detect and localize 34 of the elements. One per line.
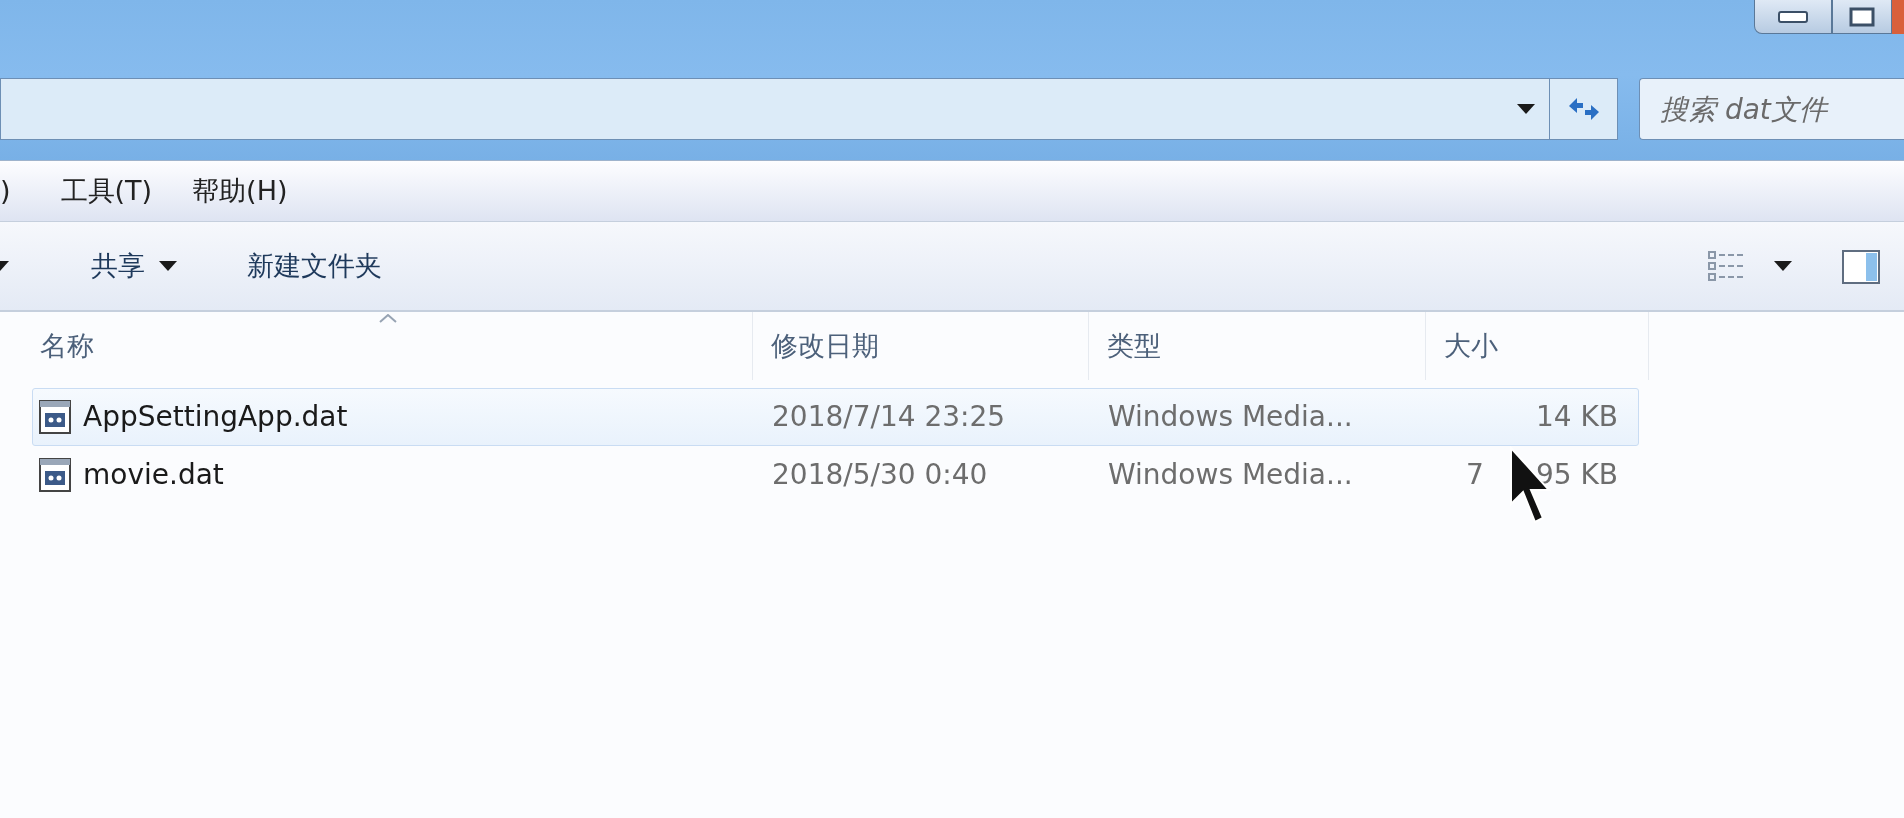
column-header[interactable]: 类型	[1089, 312, 1426, 380]
caret-icon	[0, 261, 9, 271]
minimize-button[interactable]	[1754, 0, 1832, 34]
column-header[interactable]: 修改日期	[753, 312, 1089, 380]
media-file-icon	[39, 458, 71, 492]
menu-item[interactable]: 帮助(H)	[192, 170, 288, 212]
menu-item[interactable]: 工具(T)	[60, 170, 153, 212]
view-button[interactable]	[1708, 250, 1792, 282]
maximize-button[interactable]	[1832, 0, 1892, 34]
file-type: Windows Media...	[1108, 457, 1353, 493]
toolbar-button[interactable]: 新建文件夹	[247, 245, 382, 287]
toolbar-button[interactable]: 共享	[91, 245, 177, 287]
file-type: Windows Media...	[1108, 399, 1353, 435]
file-name: AppSettingApp.dat	[83, 399, 348, 435]
file-size: 95 KB	[1535, 457, 1618, 493]
file-row[interactable]: movie.dat 2018/5/30 0:40 Windows Media... 7 95 KB	[32, 446, 1639, 504]
list-view-icon	[1708, 250, 1744, 282]
file-name: movie.dat	[83, 457, 224, 493]
file-size: 14 KB	[1535, 399, 1618, 435]
menu-item[interactable]: )	[0, 170, 11, 212]
refresh-button[interactable]	[1550, 78, 1618, 140]
address-field[interactable]	[0, 78, 1550, 140]
file-row[interactable]: AppSettingApp.dat 2018/7/14 23:25 Windows Media... 14 KB	[32, 388, 1639, 446]
column-header[interactable]: 大小	[1426, 312, 1649, 380]
file-size: 7	[1466, 457, 1484, 493]
column-header[interactable]: 名称	[0, 312, 753, 380]
search-field[interactable]: 搜索 dat文件	[1639, 78, 1904, 140]
caret-icon	[1774, 261, 1792, 271]
caret-icon	[1517, 104, 1535, 114]
maximize-icon	[1849, 6, 1875, 27]
file-date: 2018/5/30 0:40	[772, 457, 988, 493]
minimize-icon	[1778, 10, 1808, 23]
media-file-icon	[39, 400, 71, 434]
file-date: 2018/7/14 23:25	[772, 399, 1006, 435]
